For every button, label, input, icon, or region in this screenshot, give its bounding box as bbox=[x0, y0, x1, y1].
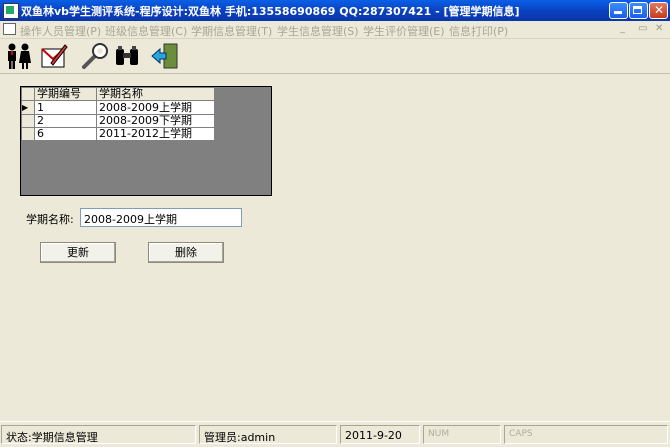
current-row-arrow-icon: ▶ bbox=[22, 103, 29, 112]
table-row[interactable]: 6 2011-2012上学期 bbox=[21, 127, 215, 141]
column-header-term-name[interactable]: 学期名称 bbox=[96, 87, 215, 101]
status-admin: 管理员:admin bbox=[199, 425, 337, 444]
menu-print[interactable]: 信息打印(P) bbox=[449, 23, 508, 39]
row-selector[interactable]: ▶ bbox=[21, 100, 35, 115]
title-bar: 双鱼林vb学生测评系统-程序设计:双鱼林 手机:13558690869 QQ:2… bbox=[0, 0, 670, 21]
update-button[interactable]: 更新 bbox=[40, 242, 116, 263]
window-title: 双鱼林vb学生测评系统-程序设计:双鱼林 手机:13558690869 QQ:2… bbox=[21, 5, 520, 18]
cell-term-name[interactable]: 2008-2009下学期 bbox=[96, 114, 215, 128]
status-num: NUM bbox=[423, 425, 501, 444]
status-state: 状态:学期信息管理 bbox=[1, 425, 196, 444]
status-caps: CAPS bbox=[504, 425, 668, 444]
status-bar: 状态:学期信息管理 管理员:admin 2011-9-20 NUM CAPS bbox=[0, 421, 670, 447]
menu-evaluation-management[interactable]: 学生评价管理(E) bbox=[363, 23, 445, 39]
menu-class-management[interactable]: 班级信息管理(C) bbox=[105, 23, 187, 39]
cell-term-id[interactable]: 6 bbox=[34, 127, 97, 141]
term-name-label: 学期名称: bbox=[26, 213, 74, 226]
menu-term-management[interactable]: 学期信息管理(T) bbox=[191, 23, 272, 39]
table-row[interactable]: ▶ 1 2008-2009上学期 bbox=[21, 100, 215, 115]
toolbar bbox=[0, 39, 670, 74]
cell-term-name[interactable]: 2008-2009上学期 bbox=[96, 100, 215, 115]
child-restore-icon[interactable]: ▭ bbox=[638, 23, 647, 34]
grid-corner bbox=[21, 87, 35, 101]
child-window-icon[interactable] bbox=[3, 23, 16, 35]
cell-term-name[interactable]: 2011-2012上学期 bbox=[96, 127, 215, 141]
term-management-form: 学期编号 学期名称 ▶ 1 2008-2009上学期 2 2008-2009下学… bbox=[0, 74, 670, 420]
child-close-icon[interactable]: ✕ bbox=[655, 23, 663, 34]
cell-term-id[interactable]: 1 bbox=[34, 100, 97, 115]
binoculars-icon[interactable] bbox=[112, 41, 142, 71]
term-grid[interactable]: 学期编号 学期名称 ▶ 1 2008-2009上学期 2 2008-2009下学… bbox=[20, 86, 272, 196]
maximize-button[interactable] bbox=[629, 2, 648, 19]
users-icon[interactable] bbox=[4, 41, 34, 71]
child-minimize-icon[interactable]: _ bbox=[620, 23, 625, 34]
term-name-input[interactable]: 2008-2009上学期 bbox=[80, 208, 242, 227]
row-selector[interactable] bbox=[21, 127, 35, 141]
row-selector[interactable] bbox=[21, 114, 35, 128]
minimize-button[interactable] bbox=[609, 2, 628, 19]
menu-bar: 操作人员管理(P) 班级信息管理(C) 学期信息管理(T) 学生信息管理(S) … bbox=[0, 21, 670, 39]
cell-term-id[interactable]: 2 bbox=[34, 114, 97, 128]
delete-button[interactable]: 删除 bbox=[148, 242, 224, 263]
menu-student-management[interactable]: 学生信息管理(S) bbox=[277, 23, 359, 39]
column-header-term-id[interactable]: 学期编号 bbox=[34, 87, 97, 101]
status-date: 2011-9-20 bbox=[340, 425, 420, 444]
app-icon[interactable] bbox=[3, 3, 19, 19]
table-row[interactable]: 2 2008-2009下学期 bbox=[21, 114, 215, 128]
edit-icon[interactable] bbox=[39, 41, 69, 71]
exit-door-icon[interactable] bbox=[150, 41, 180, 71]
menu-operator-management[interactable]: 操作人员管理(P) bbox=[20, 23, 101, 39]
wrench-icon[interactable] bbox=[80, 41, 110, 71]
close-button[interactable]: ✕ bbox=[649, 2, 668, 19]
